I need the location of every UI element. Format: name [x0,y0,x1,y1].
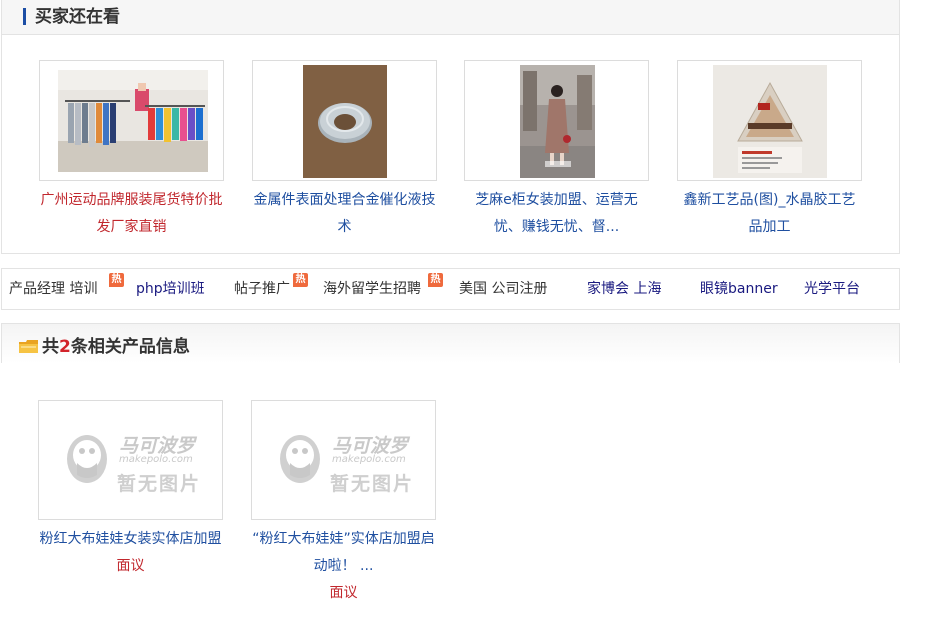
crystal-resin-craft-photo[interactable] [677,60,862,181]
tag-link[interactable]: 眼镜banner [700,279,778,299]
item-caption[interactable]: 金属件表面处理合金催化液技术 [252,187,437,241]
placeholder-text: 暂无图片 [330,473,415,495]
hot-keyword-links: 产品经理 培训热 php培训班 帖子推广热 海外留学生招聘热 美国 公司注册 家… [1,268,900,310]
recommend-item[interactable]: 芝麻e柜女装加盟、运营无忧、赚钱无忧、督... [464,60,649,241]
tag-link[interactable]: 海外留学生招聘热 [323,273,443,299]
product-count: 2 [59,337,71,357]
tag-link[interactable]: 帖子推广热 [234,273,308,299]
metal-ring-photo[interactable] [252,60,437,181]
recommend-item[interactable]: 金属件表面处理合金催化液技术 [252,60,437,241]
clothing-store-photo[interactable] [39,60,224,181]
product-name[interactable]: 粉红大布娃娃女装实体店加盟 [38,526,223,553]
placeholder-domain: makepolo.com [332,454,406,465]
tag-link[interactable]: 光学平台 [804,279,860,299]
hot-badge: 热 [109,273,124,287]
woman-coat-photo[interactable] [464,60,649,181]
item-caption[interactable]: 广州运动品牌服装尾货特价批发厂家直销 [39,187,224,241]
product-name[interactable]: “粉红大布娃娃”实体店加盟启动啦！ ... [251,526,436,580]
recommend-item[interactable]: 广州运动品牌服装尾货特价批发厂家直销 [39,60,224,241]
related-products-title: 共2条相关产品信息 [42,337,190,357]
item-caption[interactable]: 芝麻e柜女装加盟、运营无忧、赚钱无忧、督... [464,187,649,241]
tag-link[interactable]: 产品经理 培训热 [9,273,124,299]
panel-header: 买家还在看 [2,0,899,35]
tag-link[interactable]: 美国 公司注册 [459,279,547,299]
no-image-placeholder[interactable]: 马可波罗 makepolo.com 暂无图片 [251,400,436,520]
folder-icon [19,340,38,353]
product-price: 面议 [329,585,358,601]
panel-title: 买家还在看 [35,7,120,27]
placeholder-domain: makepolo.com [119,454,193,465]
recommend-item[interactable]: 鑫新工艺品(图)_水晶胶工艺品加工 [677,60,862,241]
related-products-header: 共2条相关产品信息 [1,323,900,363]
item-caption[interactable]: 鑫新工艺品(图)_水晶胶工艺品加工 [677,187,862,241]
hot-badge: 热 [428,273,443,287]
product-card[interactable]: 马可波罗 makepolo.com 暂无图片 粉红大布娃娃女装实体店加盟 面议 [38,400,223,580]
hot-badge: 热 [293,273,308,287]
placeholder-text: 暂无图片 [117,473,202,495]
product-card[interactable]: 马可波罗 makepolo.com 暂无图片 “粉红大布娃娃”实体店加盟启动啦！… [251,400,436,607]
tag-link[interactable]: php培训班 [136,279,205,299]
title-accent-bar [23,8,26,25]
tag-link[interactable]: 家博会 上海 [587,279,661,299]
product-price: 面议 [116,558,145,574]
no-image-placeholder[interactable]: 马可波罗 makepolo.com 暂无图片 [38,400,223,520]
